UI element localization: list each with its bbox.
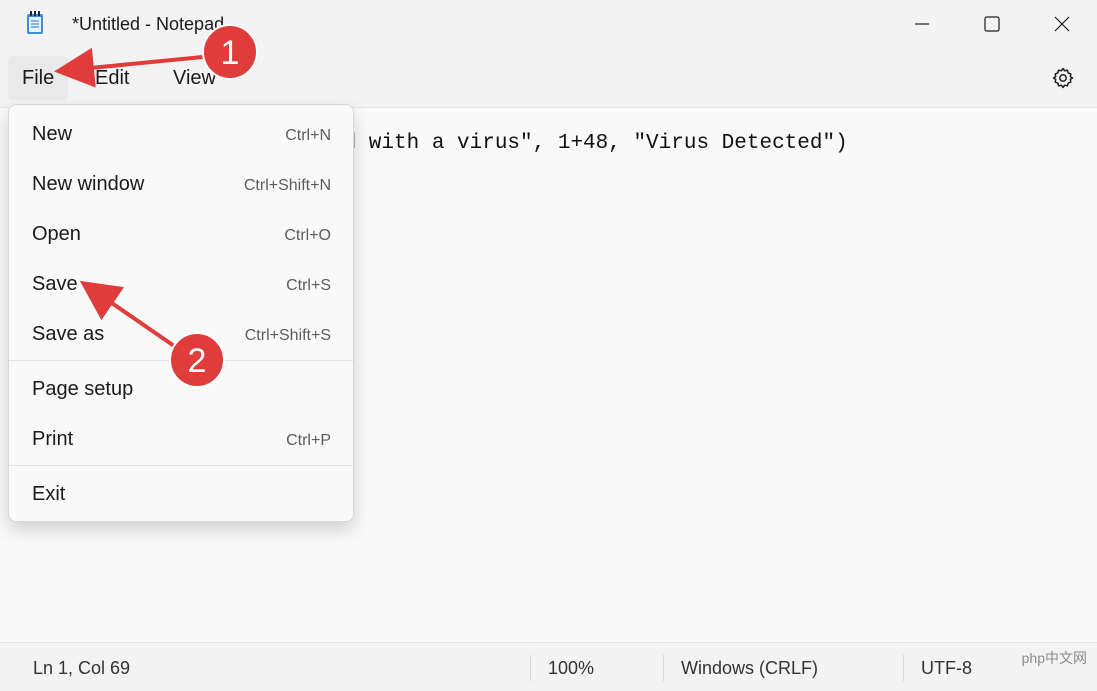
step-1-number: 1 <box>221 34 240 72</box>
annotation-arrow-2 <box>79 280 182 352</box>
annotation-arrow-1 <box>54 47 214 88</box>
step-2-number: 2 <box>188 342 207 380</box>
annotation-overlay: 1 2 <box>54 24 258 388</box>
